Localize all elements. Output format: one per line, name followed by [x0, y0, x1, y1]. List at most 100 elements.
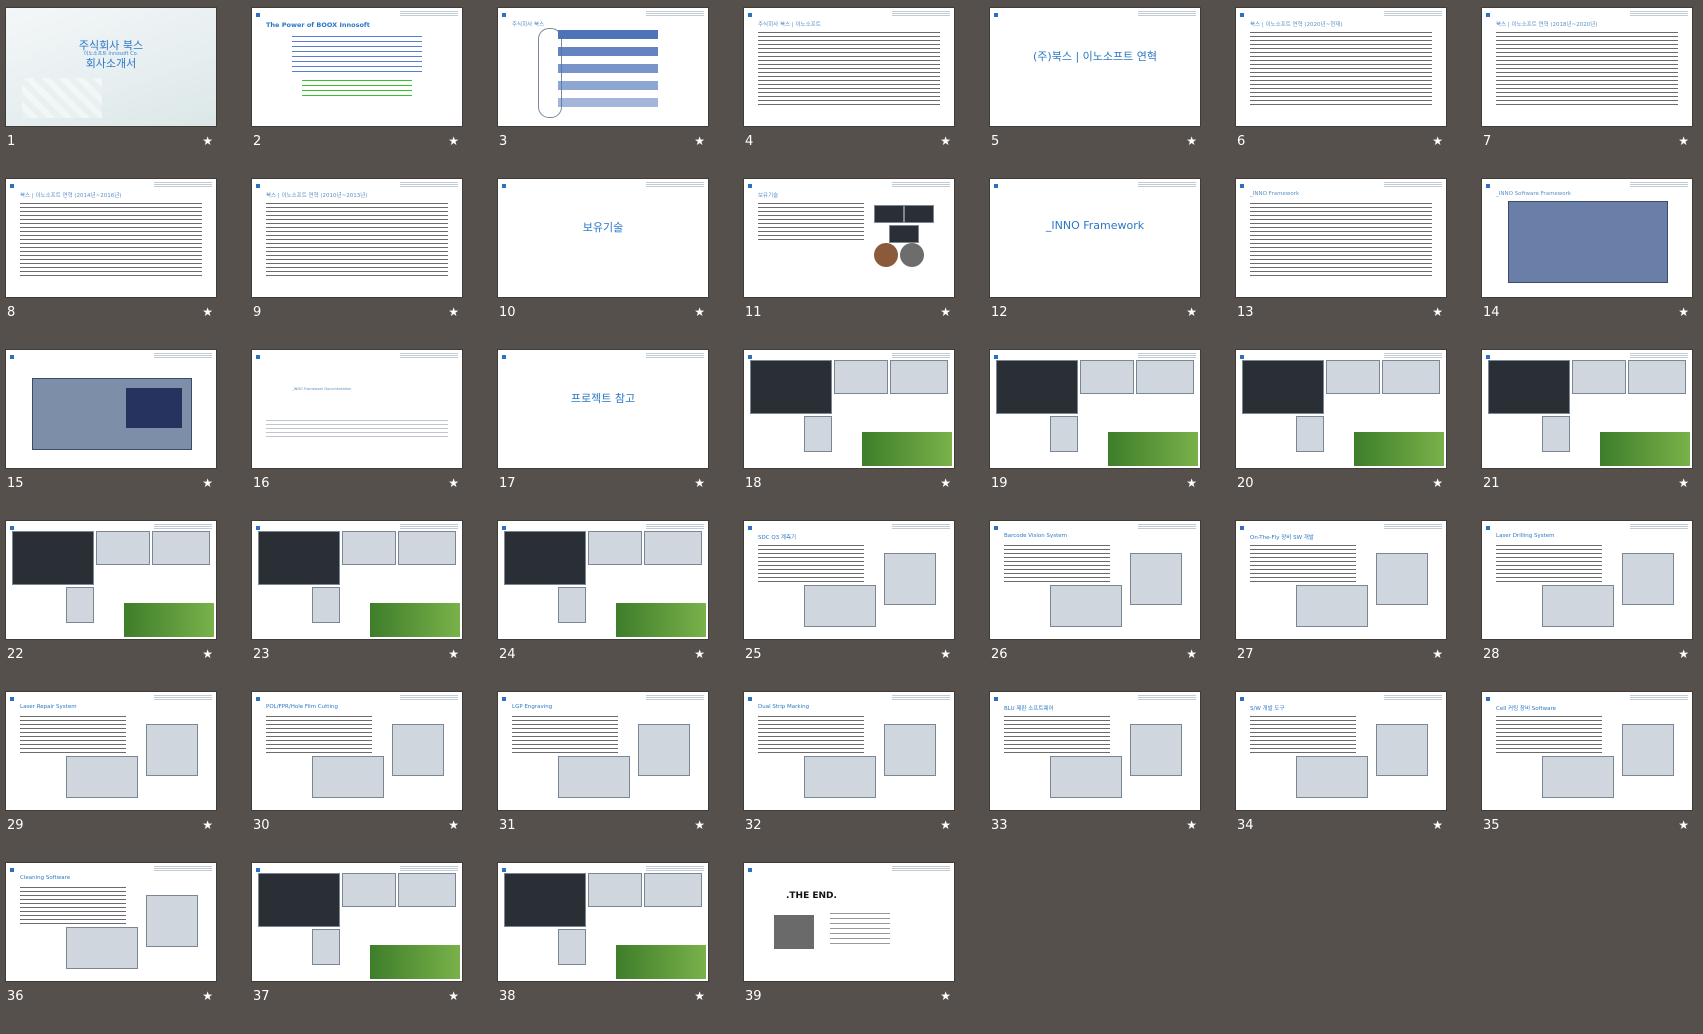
star-icon[interactable]: ★	[1678, 476, 1689, 490]
boox-logo	[1486, 183, 1491, 188]
star-icon[interactable]: ★	[202, 818, 213, 832]
slide-thumbnail[interactable]	[498, 521, 708, 639]
star-icon[interactable]: ★	[940, 305, 951, 319]
star-icon[interactable]: ★	[1678, 818, 1689, 832]
slide-thumbnail[interactable]	[990, 350, 1200, 468]
slide-cell: _INNO Framework Documentation 16 ★	[252, 350, 462, 521]
slide-thumbnail[interactable]: Cleaning Software	[6, 863, 216, 981]
slide-thumbnail[interactable]: Cell 커팅 장비 Software	[1482, 692, 1692, 810]
slide-cell: BLU 제판 소프트웨어 33 ★	[990, 692, 1200, 863]
slide-title: 북스 | 이노소프트 연혁 (2018년~2020년)	[1496, 22, 1598, 28]
slide-thumbnail[interactable]: 주식회사 북스	[498, 8, 708, 126]
screenshot	[644, 873, 702, 907]
screenshot	[644, 531, 702, 565]
star-icon[interactable]: ★	[448, 305, 459, 319]
star-icon[interactable]: ★	[694, 818, 705, 832]
slide-thumbnail[interactable]: 주식회사 북스 이노소프트 Innosoft Co. 회사소개서	[6, 8, 216, 126]
star-icon[interactable]: ★	[1432, 305, 1443, 319]
star-icon[interactable]: ★	[1432, 818, 1443, 832]
star-icon[interactable]: ★	[694, 989, 705, 1003]
star-icon[interactable]: ★	[1678, 134, 1689, 148]
slide-thumbnail[interactable]	[252, 521, 462, 639]
star-icon[interactable]: ★	[1186, 476, 1197, 490]
slide-thumbnail[interactable]: .THE END.	[744, 863, 954, 981]
screenshot	[96, 531, 150, 565]
star-icon[interactable]: ★	[940, 989, 951, 1003]
star-icon[interactable]: ★	[694, 134, 705, 148]
header-text-block	[1138, 353, 1196, 359]
slide-thumbnail[interactable]: The Power of BOOX Innosoft	[252, 8, 462, 126]
slide-cell: 주식회사 북스 이노소프트 Innosoft Co. 회사소개서 1 ★	[6, 8, 216, 179]
slide-thumbnail[interactable]: Dual Strip Marking	[744, 692, 954, 810]
slide-thumbnail[interactable]: 주식회사 북스 | 이노소프트	[744, 8, 954, 126]
star-icon[interactable]: ★	[448, 476, 459, 490]
star-icon[interactable]: ★	[202, 989, 213, 1003]
slide-thumbnail[interactable]	[1236, 350, 1446, 468]
star-icon[interactable]: ★	[1186, 647, 1197, 661]
star-icon[interactable]: ★	[448, 134, 459, 148]
slide-thumbnail[interactable]: (주)북스 | 이노소프트 연혁	[990, 8, 1200, 126]
project-image	[1296, 585, 1368, 627]
body-text	[1250, 203, 1432, 279]
star-icon[interactable]: ★	[940, 476, 951, 490]
slide-thumbnail[interactable]: 프로젝트 참고	[498, 350, 708, 468]
slide-thumbnail[interactable]: _INNO Framework	[990, 179, 1200, 297]
slide-thumbnail[interactable]	[1482, 350, 1692, 468]
star-icon[interactable]: ★	[694, 305, 705, 319]
slide-thumbnail[interactable]: Laser Repair System	[6, 692, 216, 810]
slide-thumbnail[interactable]: 보유기술	[498, 179, 708, 297]
slide-thumbnail[interactable]: S/W 개발 도구	[1236, 692, 1446, 810]
star-icon[interactable]: ★	[1678, 647, 1689, 661]
slide-thumbnail[interactable]	[744, 350, 954, 468]
boox-logo	[1240, 354, 1245, 359]
header-text-block	[1384, 524, 1442, 530]
slide-thumbnail[interactable]: _INNO Framework Documentation	[252, 350, 462, 468]
body-text	[1250, 545, 1356, 584]
slide-thumbnail[interactable]: SDC Q3 계측기	[744, 521, 954, 639]
screenshot	[504, 531, 586, 585]
slide-thumbnail[interactable]: 북스 | 이노소프트 연혁 (2020년~현재)	[1236, 8, 1446, 126]
slide-title: 보유기술	[758, 193, 779, 199]
star-icon[interactable]: ★	[1186, 818, 1197, 832]
project-image	[146, 895, 198, 947]
star-icon[interactable]: ★	[202, 647, 213, 661]
star-icon[interactable]: ★	[1186, 134, 1197, 148]
star-icon[interactable]: ★	[940, 134, 951, 148]
slide-thumbnail[interactable]: 북스 | 이노소프트 연혁 (2018년~2020년)	[1482, 8, 1692, 126]
slide-thumbnail[interactable]: POL/FPR/Hole Film Cutting	[252, 692, 462, 810]
star-icon[interactable]: ★	[202, 305, 213, 319]
slide-thumbnail[interactable]: Barcode Vision System	[990, 521, 1200, 639]
star-icon[interactable]: ★	[694, 476, 705, 490]
star-icon[interactable]: ★	[448, 818, 459, 832]
slide-thumbnail[interactable]: On-The-Fly 장비 SW 개발	[1236, 521, 1446, 639]
star-icon[interactable]: ★	[940, 647, 951, 661]
slide-thumbnail[interactable]: _INNO Framework	[1236, 179, 1446, 297]
star-icon[interactable]: ★	[202, 476, 213, 490]
slide-thumbnail[interactable]: 북스 | 이노소프트 연혁 (2010년~2013년)	[252, 179, 462, 297]
star-icon[interactable]: ★	[1186, 305, 1197, 319]
star-icon[interactable]: ★	[1432, 476, 1443, 490]
slide-thumbnail[interactable]: _INNO Software Framework	[1482, 179, 1692, 297]
slide-thumbnail[interactable]	[498, 863, 708, 981]
slide-thumbnail[interactable]: Laser Drilling System	[1482, 521, 1692, 639]
slide-thumbnail[interactable]	[6, 521, 216, 639]
slide-cell: 북스 | 이노소프트 연혁 (2010년~2013년) 9 ★	[252, 179, 462, 350]
star-icon[interactable]: ★	[202, 134, 213, 148]
slide-thumbnail[interactable]	[6, 350, 216, 468]
screenshot	[312, 929, 340, 965]
slide-thumbnail[interactable]	[252, 863, 462, 981]
star-icon[interactable]: ★	[448, 647, 459, 661]
star-icon[interactable]: ★	[694, 647, 705, 661]
slide-thumbnail[interactable]: BLU 제판 소프트웨어	[990, 692, 1200, 810]
slide-thumbnail[interactable]: 북스 | 이노소프트 연혁 (2014년~2016년)	[6, 179, 216, 297]
slide-number: 38	[499, 989, 516, 1004]
slide-thumbnail[interactable]: 보유기술	[744, 179, 954, 297]
project-image	[884, 724, 936, 776]
slide-thumbnail[interactable]: LGP Engraving	[498, 692, 708, 810]
star-icon[interactable]: ★	[940, 818, 951, 832]
star-icon[interactable]: ★	[448, 989, 459, 1003]
star-icon[interactable]: ★	[1432, 134, 1443, 148]
star-icon[interactable]: ★	[1678, 305, 1689, 319]
toc-bar	[558, 64, 658, 73]
star-icon[interactable]: ★	[1432, 647, 1443, 661]
